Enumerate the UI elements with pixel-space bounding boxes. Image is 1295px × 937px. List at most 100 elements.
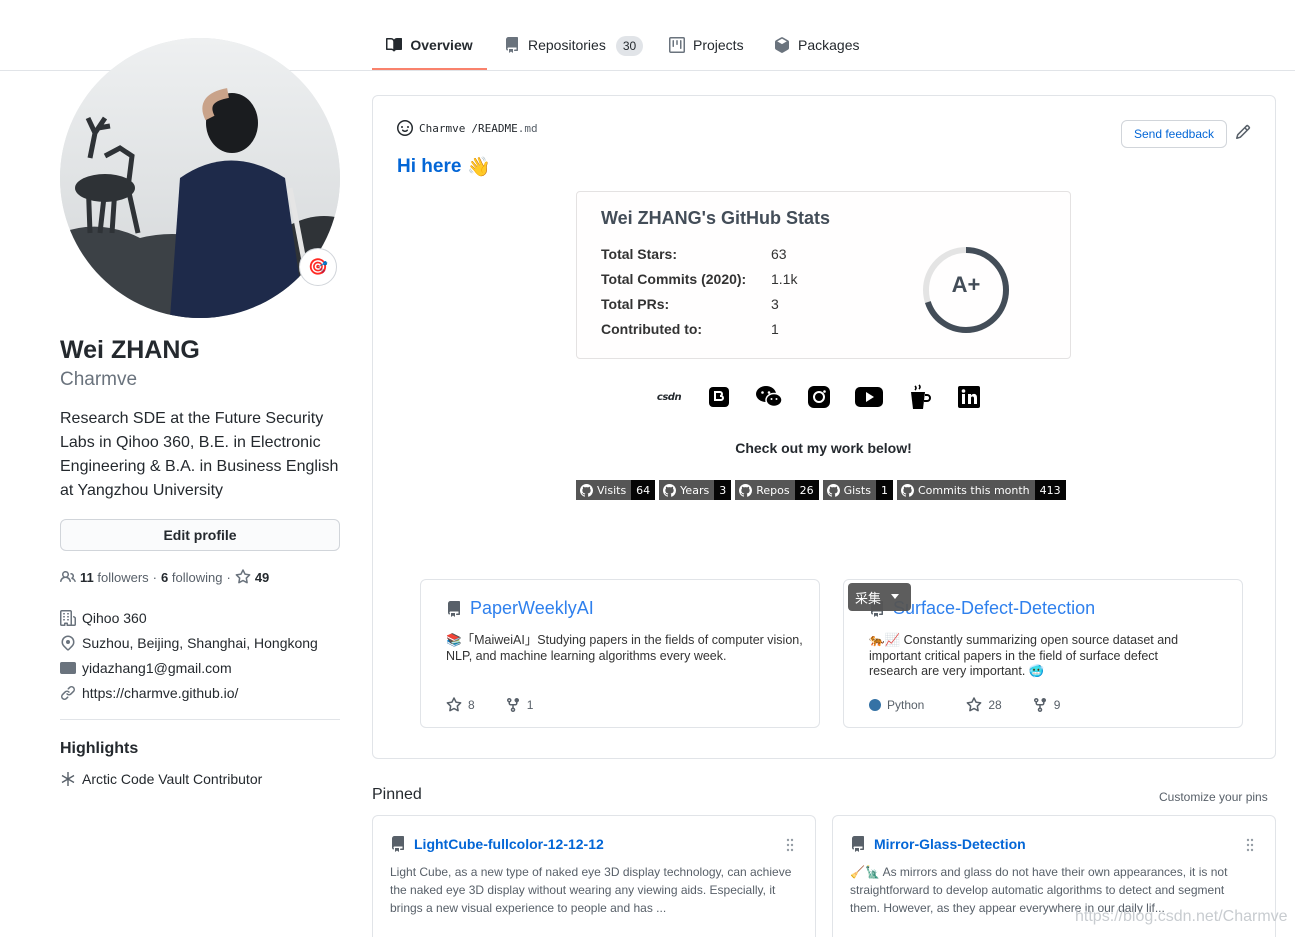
repo-card-name: PaperWeeklyAI	[470, 598, 594, 618]
tab-repositories[interactable]: Repositories 30	[504, 26, 644, 70]
badge-value: 3	[714, 480, 732, 500]
pinned-repo-title[interactable]: Mirror-Glass-Detection	[850, 836, 1026, 852]
star-icon	[446, 697, 462, 712]
github-icon	[826, 483, 840, 497]
mail-icon	[60, 662, 76, 674]
github-icon	[580, 483, 593, 497]
fork-icon	[506, 698, 519, 713]
edit-profile-button[interactable]: Edit profile	[60, 519, 340, 551]
repo-card-desc-text: Constantly summarizing open source datas…	[869, 633, 1179, 678]
badge-label: Visits	[597, 483, 627, 497]
stats-value: 1.1k	[771, 271, 798, 287]
followers-link[interactable]: 11 followers	[80, 570, 149, 585]
blogger-icon[interactable]	[705, 383, 733, 411]
youtube-icon[interactable]	[855, 383, 883, 411]
repo-card-description: 📚「MaiweiAI」Studying papers in the fields…	[446, 633, 806, 664]
stats-row: Total Stars: 63	[601, 246, 861, 262]
pinned-repo-title[interactable]: LightCube-fullcolor-12-12-12	[390, 836, 604, 852]
tiger-chart-icon: 🐅📈	[869, 633, 901, 647]
collect-overlay-button[interactable]: 采集	[848, 583, 911, 611]
email-link[interactable]: yidazhang1@gmail.com	[82, 660, 232, 676]
drag-handle-icon[interactable]	[1246, 838, 1254, 852]
tab-overview-label: Overview	[410, 37, 473, 53]
repo-card-forks: 1	[526, 698, 534, 712]
smiley-icon	[397, 120, 413, 136]
stats-label: Total PRs:	[601, 296, 670, 312]
commits-badge: Commits this month 413	[896, 480, 1066, 500]
repo-icon	[852, 836, 864, 852]
greeting-text: Hi here	[397, 156, 462, 177]
stats-row: Total Commits (2020): 1.1k	[601, 271, 861, 287]
readme-owner-link[interactable]: Charmve	[419, 122, 465, 135]
github-icon	[663, 483, 677, 497]
location-text: Suzhou, Beijing, Shanghai, Hongkong	[82, 635, 318, 651]
send-feedback-button[interactable]: Send feedback	[1121, 120, 1227, 148]
website-link[interactable]: https://charmve.github.io/	[82, 685, 238, 701]
repo-card-title[interactable]: PaperWeeklyAI	[446, 598, 594, 619]
pinned-repo-description: Light Cube, as a new type of naked eye 3…	[390, 865, 792, 915]
repo-card-description: 🐅📈 Constantly summarizing open source da…	[869, 633, 1209, 680]
snowflake-icon	[61, 772, 75, 786]
pinned-repo-card[interactable]: LightCube-fullcolor-12-12-12 Light Cube,…	[372, 815, 816, 937]
repo-icon	[506, 37, 518, 53]
following-link[interactable]: 6 following	[161, 570, 222, 585]
repo-card-meta: Python 28 9	[869, 697, 1060, 713]
instagram-icon[interactable]	[805, 383, 833, 411]
followers-count: 11	[80, 569, 94, 585]
badge-value: 413	[1034, 480, 1066, 500]
tab-packages[interactable]: Packages	[774, 26, 859, 70]
location-icon	[61, 635, 75, 651]
coffee-icon[interactable]	[905, 383, 933, 411]
readme-file-link[interactable]: README	[478, 122, 518, 135]
badge-label: Commits this month	[917, 483, 1030, 497]
sidebar-divider	[60, 719, 340, 720]
edit-readme-button[interactable]	[1235, 124, 1251, 140]
repo-card-name: Surface-Defect-Detection	[893, 598, 1096, 618]
stats-row: Contributed to: 1	[601, 321, 861, 337]
books-icon: 📚	[446, 633, 462, 647]
vcard-email[interactable]: yidazhang1@gmail.com	[60, 660, 340, 676]
organization-icon	[60, 610, 76, 626]
highlight-arctic-vault[interactable]: Arctic Code Vault Contributor	[60, 771, 262, 787]
repo-card-stars: 28	[988, 698, 1002, 712]
readme-repo-card[interactable]: PaperWeeklyAI 📚「MaiweiAI」Studying papers…	[420, 579, 820, 728]
grade-label: A+	[951, 272, 981, 297]
separator-dot: ·	[226, 569, 231, 585]
cold-face-icon: 🥶	[1028, 664, 1045, 678]
years-badge: Years 3	[659, 480, 732, 500]
repos-badge: Repos 26	[735, 480, 819, 500]
status-emoji-button[interactable]: 🎯	[299, 248, 337, 286]
customize-pins-link[interactable]: Customize your pins	[1159, 790, 1268, 804]
tab-projects-label: Projects	[693, 37, 744, 53]
stats-value: 1	[771, 321, 779, 337]
package-icon	[775, 37, 789, 53]
pinned-repo-name: LightCube-fullcolor-12-12-12	[414, 836, 604, 852]
repositories-count-badge: 30	[615, 36, 644, 56]
drag-handle-icon[interactable]	[786, 838, 794, 852]
separator-dot: ·	[152, 569, 158, 585]
star-icon	[966, 697, 982, 712]
stats-label: Contributed to:	[601, 321, 703, 337]
linkedin-icon[interactable]	[955, 383, 983, 411]
gists-badge: Gists 1	[822, 480, 893, 500]
avatar[interactable]	[60, 38, 340, 318]
vcard-website[interactable]: https://charmve.github.io/	[60, 685, 340, 701]
avatar-image	[60, 38, 340, 318]
repo-card-language: Python	[887, 698, 925, 712]
csdn-icon[interactable]: CSDN	[655, 383, 683, 411]
following-label: following	[171, 569, 223, 585]
readme-header: Charmve / README.md	[397, 120, 538, 136]
wechat-icon[interactable]	[755, 383, 783, 411]
tab-overview[interactable]: Overview	[372, 26, 487, 70]
readme-path-slash: /	[471, 121, 478, 135]
readme-file-ext: .md	[517, 121, 538, 135]
tab-projects[interactable]: Projects	[669, 26, 744, 70]
stars-link[interactable]: 49	[235, 569, 269, 585]
book-icon	[386, 37, 403, 52]
broom-statue-icon: 🧹🗽	[850, 865, 880, 879]
language-color-dot	[869, 699, 881, 711]
target-icon: 🎯	[308, 259, 328, 276]
github-icon	[739, 483, 753, 497]
vcard-location: Suzhou, Beijing, Shanghai, Hongkong	[60, 635, 340, 651]
profile-name: Wei ZHANG	[60, 336, 200, 364]
